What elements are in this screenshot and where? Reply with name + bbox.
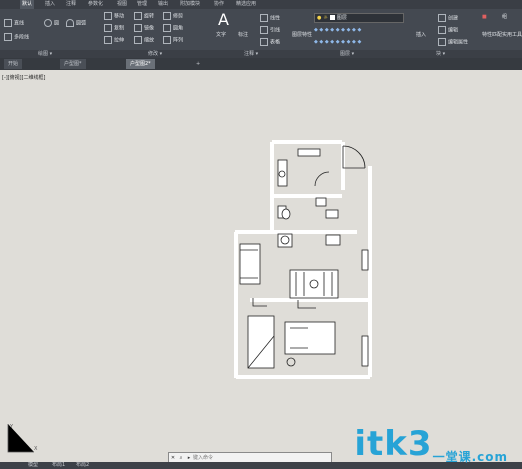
tab-annotate[interactable]: 注释 xyxy=(66,0,76,9)
modify-rotate-button[interactable]: 旋转 xyxy=(134,12,154,21)
tab-featured-apps[interactable]: 精选应用 xyxy=(236,0,256,9)
arc-icon xyxy=(66,19,74,27)
modify-scale-button[interactable]: 缩放 xyxy=(134,36,154,45)
lightbulb-icon: ● xyxy=(317,15,322,21)
modify-mirror-button[interactable]: 镜像 xyxy=(134,24,154,33)
tab-layout2[interactable]: 布局2 xyxy=(76,462,89,469)
copy-icon xyxy=(104,24,112,32)
tab-default[interactable]: 默认 xyxy=(20,0,35,9)
text-icon[interactable]: A xyxy=(218,11,229,29)
panel-label-bar: 绘图 ▾ 修改 ▾ 注释 ▾ 图层 ▾ 块 ▾ xyxy=(0,50,522,58)
new-tab-icon[interactable]: + xyxy=(192,59,204,69)
modify-trim-button[interactable]: 修剪 xyxy=(163,12,183,21)
annotate-table-button[interactable]: 表格 xyxy=(260,38,280,47)
draw-circle-button[interactable]: 圆 xyxy=(44,19,59,28)
array-icon xyxy=(163,36,171,44)
tab-layout1[interactable]: 布局1 xyxy=(52,462,65,469)
match-properties-icon: ■ xyxy=(482,14,487,20)
utilities-button[interactable]: 实用工具 xyxy=(502,31,522,40)
watermark-logo: itk3一堂课.com xyxy=(354,424,508,464)
annotate-text-button[interactable]: 文字 xyxy=(216,31,226,40)
ucs-x-label: X xyxy=(34,446,38,452)
match-properties-button[interactable]: 特性匹配 xyxy=(482,31,502,40)
tab-view[interactable]: 视图 xyxy=(117,0,127,9)
trim-icon xyxy=(163,12,171,20)
panel-annotation-label[interactable]: 注释 ▾ xyxy=(244,50,258,58)
modify-stretch-button[interactable]: 拉伸 xyxy=(104,36,124,45)
circle-icon xyxy=(44,19,52,27)
command-input[interactable]: 键入命令 xyxy=(193,455,213,461)
panel-block-label[interactable]: 块 ▾ xyxy=(436,50,445,58)
block-edit-button[interactable]: 编辑 xyxy=(438,26,458,35)
layer-tool-row-1[interactable]: ◆ ◆ ◆ ◆ ◆ ◆ ◆ ◆ ◆ xyxy=(314,26,361,35)
panel-draw-label[interactable]: 绘图 ▾ xyxy=(38,50,52,58)
block-create-icon xyxy=(438,14,446,22)
tab-model[interactable]: 模型 xyxy=(28,462,38,469)
panel-layers-label[interactable]: 图层 ▾ xyxy=(340,50,354,58)
mirror-icon xyxy=(134,24,142,32)
tab-addins[interactable]: 附加模块 xyxy=(180,0,200,9)
modify-fillet-button[interactable]: 圆角 xyxy=(163,24,183,33)
stretch-icon xyxy=(104,36,112,44)
tab-parametric[interactable]: 参数化 xyxy=(88,0,103,9)
sun-icon: ☼ xyxy=(323,15,328,21)
modify-array-button[interactable]: 阵列 xyxy=(163,36,183,45)
block-insert-button[interactable]: 插入 xyxy=(416,31,426,40)
fillet-icon xyxy=(163,24,171,32)
viewport-label[interactable]: [-][俯视][二维线框] xyxy=(2,74,46,81)
leader-icon xyxy=(260,26,268,34)
tab-output[interactable]: 输出 xyxy=(158,0,168,9)
block-edit-icon xyxy=(438,26,446,34)
block-edit-attr-button[interactable]: 编辑属性 xyxy=(438,38,468,47)
block-create-button[interactable]: 创建 xyxy=(438,14,458,23)
annotate-linear-button[interactable]: 线性 xyxy=(260,14,280,23)
layer-tool-row-2[interactable]: ◆ ◆ ◆ ◆ ◆ ◆ ◆ ◆ ◆ xyxy=(314,38,361,47)
draw-polyline-button[interactable]: 多段线 xyxy=(4,33,29,42)
panel-modify-label[interactable]: 修改 ▾ xyxy=(148,50,162,58)
rotate-icon xyxy=(134,12,142,20)
linear-dim-icon xyxy=(260,14,268,22)
layer-properties-button[interactable]: 图层特性 xyxy=(292,31,312,40)
tab-insert[interactable]: 插入 xyxy=(45,0,55,9)
table-icon xyxy=(260,38,268,46)
tab-collaborate[interactable]: 协作 xyxy=(214,0,224,9)
doc-tab-floorplan2[interactable]: 户型图2* xyxy=(126,59,155,69)
draw-line-button[interactable]: 直线 xyxy=(4,19,24,28)
modify-move-button[interactable]: 移动 xyxy=(104,12,124,21)
layer-dropdown[interactable]: ● ☼ 图层 xyxy=(314,13,404,23)
group-button[interactable]: 组 xyxy=(502,13,507,22)
tab-manage[interactable]: 管理 xyxy=(137,0,147,9)
doc-tab-floorplan[interactable]: 户型图* xyxy=(60,59,86,69)
move-icon xyxy=(104,12,112,20)
modify-copy-button[interactable]: 复制 xyxy=(104,24,124,33)
drawing-canvas[interactable]: Y X xyxy=(0,70,522,462)
menu-bar: 默认 插入 注释 参数化 视图 管理 输出 附加模块 协作 精选应用 xyxy=(0,0,522,9)
edit-attr-icon xyxy=(438,38,446,46)
doc-tab-start[interactable]: 开始 xyxy=(4,59,23,69)
layer-name: 图层 xyxy=(336,15,347,21)
draw-arc-button[interactable]: 圆弧 xyxy=(66,19,86,28)
polyline-icon xyxy=(4,33,12,41)
layer-swatch xyxy=(329,15,335,20)
annotate-dimension-button[interactable]: 标注 xyxy=(238,31,248,40)
document-tab-bar: 开始 户型图* 户型图2* + xyxy=(0,58,522,70)
scale-icon xyxy=(134,36,142,44)
annotate-leader-button[interactable]: 引线 xyxy=(260,26,280,35)
line-icon xyxy=(4,19,12,27)
